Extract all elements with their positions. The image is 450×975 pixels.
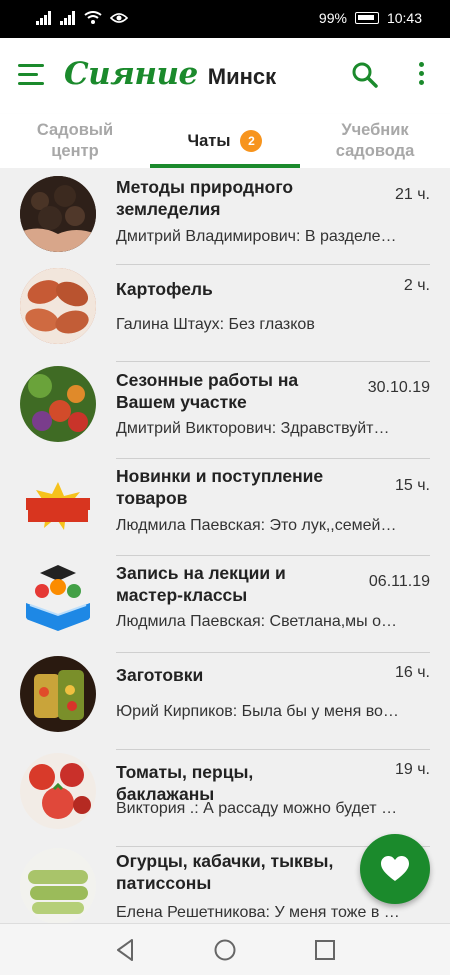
- chat-time: 15 ч.: [394, 477, 430, 494]
- clock: 10:43: [386, 10, 422, 26]
- back-icon[interactable]: [114, 938, 136, 962]
- chat-time: 16 ч.: [394, 664, 430, 681]
- chat-preview: Людмила Паевская: Светлана,мы о…: [116, 613, 397, 630]
- tab-gardener-guide[interactable]: Учебник садовода: [300, 114, 450, 168]
- tomato-icon: [20, 753, 96, 829]
- app-bar: Сияние Минск: [0, 38, 450, 114]
- tab-garden-center[interactable]: Садовый центр: [0, 114, 150, 168]
- chat-item[interactable]: Картофель 2 ч. Галина Штаух: Без глазков: [0, 265, 450, 362]
- zucchini-icon: [20, 848, 96, 923]
- status-bar: 99% 10:43: [0, 0, 450, 38]
- chat-title: Томаты, перцы, баклажаны: [116, 762, 254, 804]
- chat-title: Заготовки: [116, 665, 204, 685]
- eye-icon: [110, 13, 128, 23]
- chat-preview: Дмитрий Викторович: Здравствуйт…: [116, 420, 390, 437]
- tab-chats-label: Чаты: [187, 131, 231, 150]
- chat-item[interactable]: Методы природного земледелия 21 ч. Дмитр…: [0, 168, 450, 265]
- chat-title: Картофель: [116, 279, 213, 299]
- chat-time: 21 ч.: [394, 186, 430, 203]
- battery-percent: 99%: [318, 10, 347, 26]
- wifi-icon: [84, 11, 102, 24]
- chat-list[interactable]: Методы природного земледелия 21 ч. Дмитр…: [0, 168, 450, 923]
- chat-title: Огурцы, кабачки, тыквы, патиссоны: [116, 851, 334, 893]
- chat-preview: Виктория .: А рассаду можно будет …: [116, 800, 398, 817]
- more-options-icon[interactable]: [412, 62, 432, 90]
- chat-title: Новинки и поступление товаров: [116, 466, 324, 508]
- chat-time: 2 ч.: [403, 277, 430, 294]
- signal-icon: [36, 11, 51, 25]
- preserves-icon: [20, 656, 96, 732]
- tab-chats[interactable]: Чаты 2: [150, 114, 300, 168]
- unread-badge: 2: [240, 130, 263, 152]
- chat-time: 06.11.19: [368, 573, 430, 590]
- battery-icon: [354, 12, 379, 24]
- chat-title: Сезонные работы на Вашем участке: [116, 370, 299, 412]
- brand: Сияние Минск: [64, 56, 276, 92]
- soil-icon: [20, 176, 96, 252]
- education-icon: [20, 559, 96, 635]
- signal-2-icon: [60, 11, 75, 25]
- vegetables-icon: [20, 366, 96, 442]
- favorites-button[interactable]: [360, 834, 430, 904]
- chat-time: 19 ч.: [394, 761, 430, 778]
- chat-title: Методы природного земледелия: [116, 177, 294, 219]
- new-items-icon: [20, 468, 96, 544]
- chat-item[interactable]: Новинки и поступление товаров 15 ч. Людм…: [0, 459, 450, 556]
- recents-icon[interactable]: [314, 938, 336, 962]
- chat-preview: Юрий Кирпиков: Была бы у меня во…: [116, 703, 399, 720]
- chat-item[interactable]: Запись на лекции и мастер-классы 06.11.1…: [0, 556, 450, 653]
- potato-icon: [20, 268, 96, 344]
- chat-preview: Елена Решетникова: У меня тоже в …: [116, 904, 400, 921]
- chat-time: 30.10.19: [367, 379, 430, 396]
- menu-icon[interactable]: [18, 64, 46, 88]
- chat-preview: Галина Штаух: Без глазков: [116, 316, 315, 333]
- search-icon[interactable]: [350, 60, 380, 90]
- chat-item[interactable]: Сезонные работы на Вашем участке 30.10.1…: [0, 362, 450, 459]
- brand-logo: Сияние: [64, 56, 198, 92]
- chat-item[interactable]: Заготовки 16 ч. Юрий Кирпиков: Была бы у…: [0, 653, 450, 750]
- system-nav-bar: [0, 923, 450, 975]
- chat-preview: Дмитрий Владимирович: В разделе…: [116, 228, 397, 245]
- tab-bar: Садовый центр Чаты 2 Учебник садовода: [0, 114, 450, 168]
- home-icon[interactable]: [213, 938, 237, 962]
- chat-title: Запись на лекции и мастер-классы: [116, 563, 286, 605]
- chat-preview: Людмила Паевская: Это лук,,семей…: [116, 517, 397, 534]
- heart-icon: [381, 856, 409, 881]
- city-label: Минск: [207, 64, 277, 89]
- chat-item[interactable]: Томаты, перцы, баклажаны 19 ч. Виктория …: [0, 750, 450, 847]
